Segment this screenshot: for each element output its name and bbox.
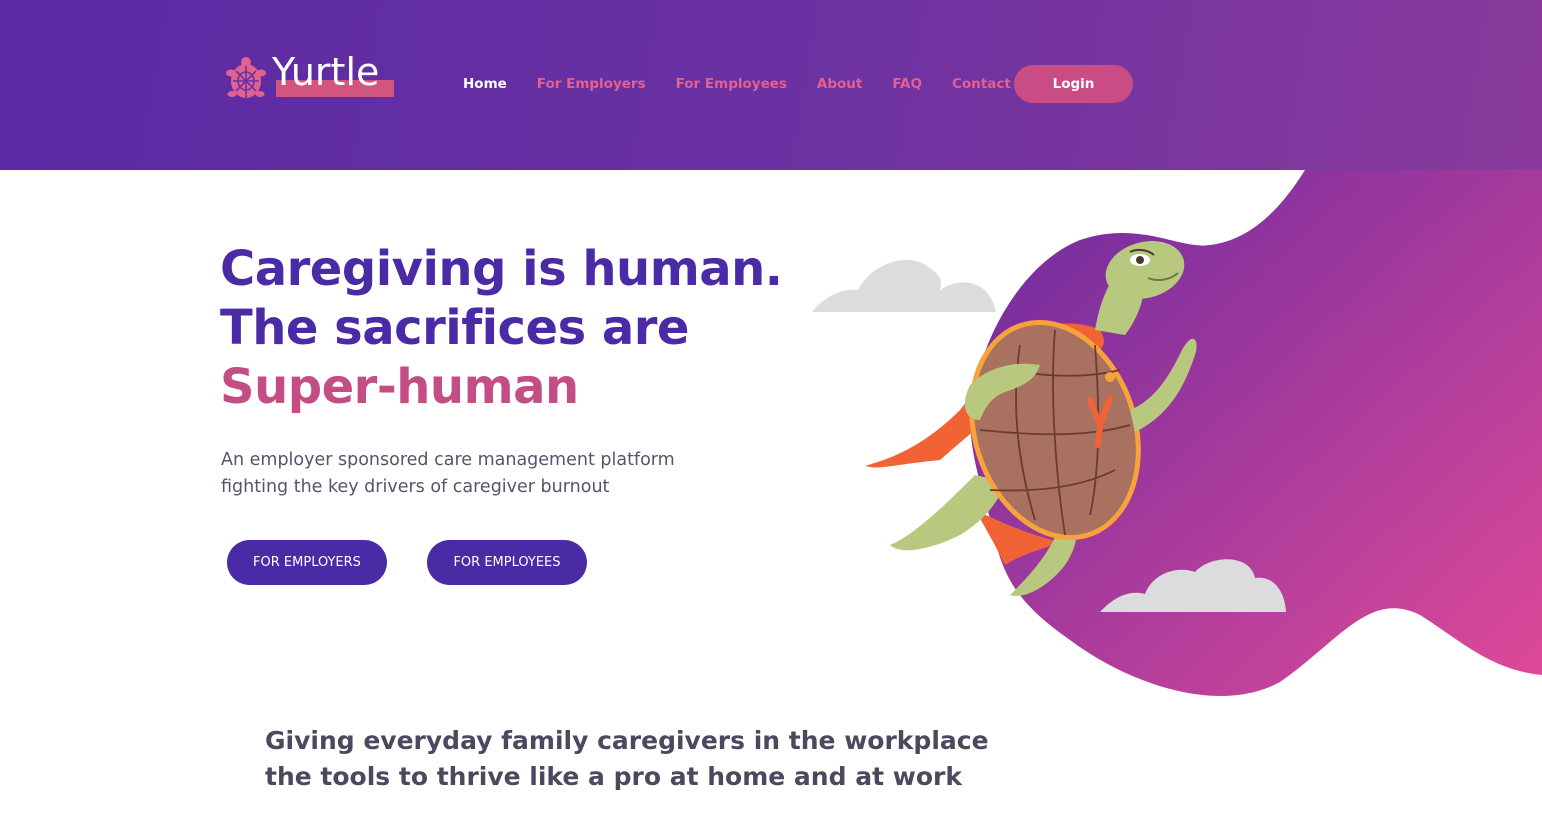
section-tagline: Giving everyday family caregivers in the… [265, 726, 989, 791]
hero-subtext: An employer sponsored care management pl… [221, 450, 675, 497]
logo-wordmark: Yurtle [272, 50, 380, 94]
for-employees-button[interactable]: FOR EMPLOYEES [427, 540, 587, 585]
superhero-turtle-illustration [812, 170, 1542, 696]
for-employers-button[interactable]: FOR EMPLOYERS [227, 540, 387, 585]
site-header: Yurtle Home For Employers For Employees … [0, 0, 1542, 170]
nav-item-for-employers[interactable]: For Employers [537, 76, 646, 92]
nav-item-about[interactable]: About [817, 76, 862, 92]
cloud-top [812, 259, 996, 312]
nav-item-faq[interactable]: FAQ [892, 76, 922, 92]
turtle-back-flipper [890, 475, 1005, 551]
hero-headline: Caregiving is human. The sacrifices are … [220, 240, 820, 417]
nav-item-for-employees[interactable]: For Employees [676, 76, 787, 92]
headline-line-2: The sacrifices are [220, 300, 689, 356]
login-button[interactable]: Login [1014, 65, 1133, 103]
main-nav: Home For Employers For Employees About F… [463, 76, 1041, 92]
brand-logo[interactable]: Yurtle [226, 50, 396, 102]
headline-line-3: Super-human [220, 359, 579, 415]
turtle-logo-icon [226, 57, 266, 98]
headline-line-1: Caregiving is human. [220, 241, 783, 297]
nav-item-home[interactable]: Home [463, 76, 507, 92]
nav-item-contact[interactable]: Contact [952, 76, 1011, 92]
